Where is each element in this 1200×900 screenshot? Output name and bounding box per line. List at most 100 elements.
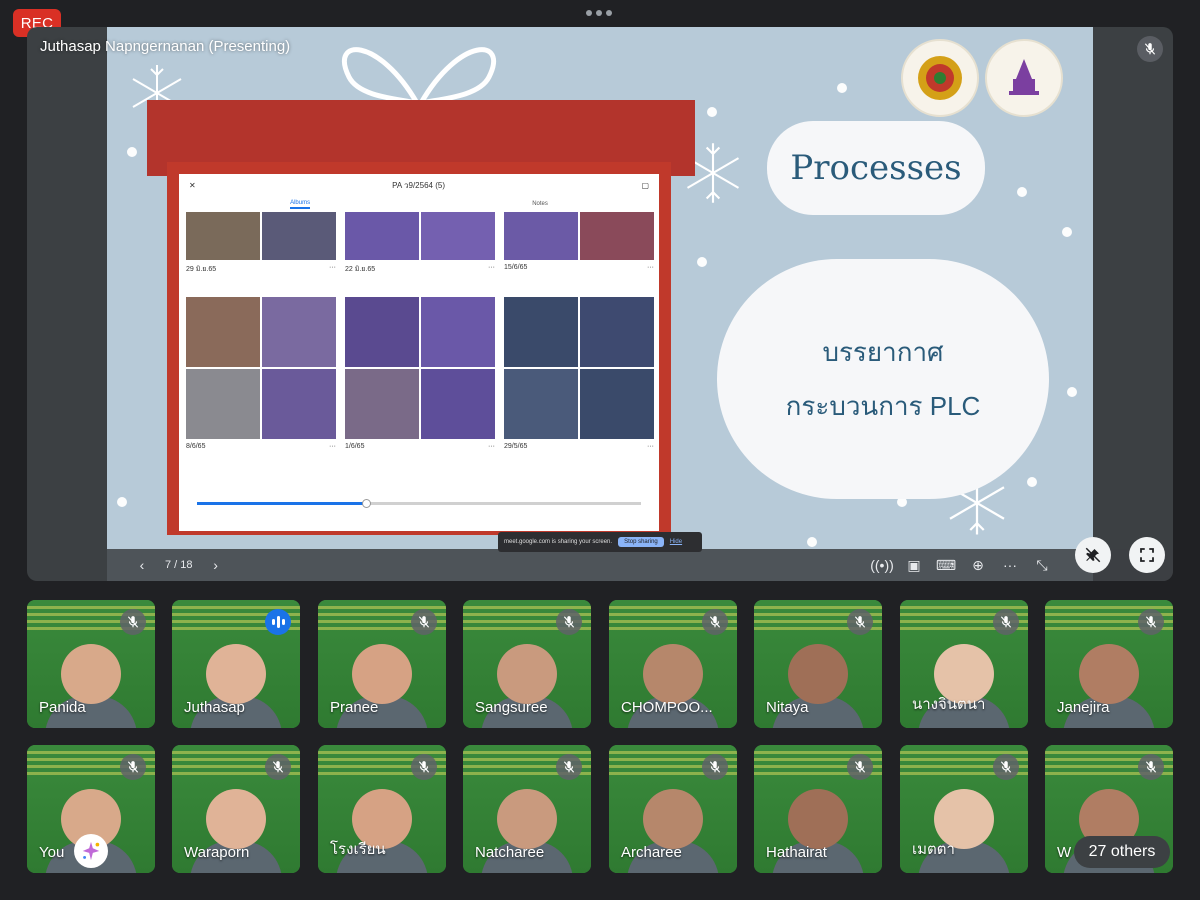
mic-off-icon [120, 754, 146, 780]
mic-off-icon [411, 754, 437, 780]
participant-name: Panida [39, 699, 86, 716]
photo-thumb [345, 297, 495, 439]
photo-card: 29 มิ.ย.65 ··· [186, 212, 336, 288]
participant-tile[interactable]: Sangsuree [463, 600, 591, 728]
participant-face [61, 644, 121, 704]
photo-thumb [504, 212, 654, 260]
snow-dot [1027, 477, 1037, 487]
zoom-in-icon[interactable]: ⊕ [969, 556, 987, 574]
next-slide-button[interactable]: › [207, 556, 225, 574]
school-emblem-logo [901, 39, 979, 117]
mic-off-icon [411, 609, 437, 635]
keyboard-icon[interactable]: ⌨ [936, 556, 956, 574]
presentation-toolbar: ‹ 7 / 18 › ((•)) ▣ ⌨ ⊕ ··· ⤡ [107, 549, 1173, 581]
participant-tile[interactable]: Juthasap [172, 600, 300, 728]
video-progress-bar [197, 499, 641, 508]
snow-dot [127, 147, 137, 157]
previous-slide-button[interactable]: ‹ [133, 556, 151, 574]
mic-off-icon [265, 754, 291, 780]
participant-tile[interactable]: Archaree [609, 745, 737, 873]
participant-name: Natcharee [475, 844, 545, 861]
photo-card: 29/5/65 ··· [504, 297, 654, 477]
sparkle-effects-icon[interactable] [74, 834, 108, 868]
photo-thumb [186, 297, 336, 439]
slide-title: Processes [790, 148, 962, 188]
minimize-icon[interactable]: ⤡ [1033, 556, 1051, 574]
snow-dot [117, 497, 127, 507]
photo-thumb [504, 297, 654, 439]
participant-face [497, 789, 557, 849]
more-options-dots[interactable] [586, 10, 612, 16]
tab-notes: Notes [532, 201, 548, 207]
mic-off-icon [993, 754, 1019, 780]
broadcast-icon[interactable]: ((•)) [870, 556, 894, 574]
mic-off-icon [1138, 609, 1164, 635]
participant-tile[interactable]: Nitaya [754, 600, 882, 728]
participant-tile[interactable]: Panida [27, 600, 155, 728]
photo-caption: 29/5/65 ··· [504, 443, 654, 450]
more-icon[interactable]: ··· [1001, 556, 1019, 574]
album-title: PA ว9/2564 (5) [392, 180, 445, 190]
captions-icon[interactable]: ▣ [905, 556, 923, 574]
participant-name: โรงเรียน [330, 841, 386, 858]
participant-face [206, 644, 266, 704]
participant-tile[interactable]: เมตตา [900, 745, 1028, 873]
speaking-indicator-icon [265, 609, 291, 635]
photo-thumb [345, 212, 495, 260]
fullscreen-button[interactable] [1129, 537, 1165, 573]
participant-tile[interactable]: Natcharee [463, 745, 591, 873]
participant-tile[interactable]: โรงเรียน [318, 745, 446, 873]
participant-name: Archaree [621, 844, 682, 861]
snow-dot [707, 107, 717, 117]
participant-tile[interactable]: Pranee [318, 600, 446, 728]
participant-tile[interactable]: นางจินตนา [900, 600, 1028, 728]
mic-off-icon [702, 609, 728, 635]
participant-tile[interactable]: Waraporn [172, 745, 300, 873]
presentation-stage: Juthasap Napngernanan (Presenting) ✕ PA … [27, 27, 1173, 581]
mic-off-icon [847, 609, 873, 635]
snow-dot [697, 257, 707, 267]
participant-face [643, 644, 703, 704]
participant-tile[interactable]: Hathairat [754, 745, 882, 873]
mic-off-icon [1137, 36, 1163, 62]
participant-name: Sangsuree [475, 699, 548, 716]
snow-dot [1017, 187, 1027, 197]
slide-body-cloud: บรรยากาศ กระบวนการ PLC [717, 259, 1049, 499]
stop-sharing-button[interactable]: Stop sharing [618, 537, 664, 547]
photo-card: 22 มิ.ย.65 ··· [345, 212, 495, 288]
participant-tile[interactable]: CHOMPOO... [609, 600, 737, 728]
mic-off-icon [993, 609, 1019, 635]
mic-off-icon [556, 609, 582, 635]
snow-dot [837, 83, 847, 93]
photo-card: 15/6/65 ··· [504, 212, 654, 288]
snow-dot [807, 537, 817, 547]
shared-slide: ✕ PA ว9/2564 (5) ▢ Albums Notes 29 มิ.ย.… [107, 27, 1093, 581]
participant-name: You [39, 844, 65, 861]
photo-album-screenshot: ✕ PA ว9/2564 (5) ▢ Albums Notes 29 มิ.ย.… [179, 174, 659, 531]
participant-face [788, 789, 848, 849]
slide-body-line1: บรรยากาศ [822, 337, 944, 367]
photo-caption: 8/6/65 ··· [186, 443, 336, 450]
photo-card: 8/6/65 ··· [186, 297, 336, 477]
screen-share-banner: meet.google.com is sharing your screen. … [498, 532, 702, 552]
participant-face [352, 644, 412, 704]
participant-name: Waraporn [184, 844, 250, 861]
hide-banner-button[interactable]: Hide [670, 539, 682, 545]
photo-grid: 29 มิ.ย.65 ··· 22 มิ.ย.65 ··· 15/6/65 ··· 8… [179, 212, 659, 477]
photo-thumb [186, 212, 336, 260]
pin-off-button[interactable] [1075, 537, 1111, 573]
meet-window: REC Juthasap Napngernanan (Presenting) ✕… [0, 0, 1200, 900]
participant-name: CHOMPOO... [621, 699, 713, 716]
participant-name: Juthasap [184, 699, 245, 716]
others-count-badge[interactable]: 27 others [1074, 836, 1170, 868]
presenter-label: Juthasap Napngernanan (Presenting) [40, 38, 291, 55]
mic-off-icon [120, 609, 146, 635]
snow-dot [1062, 227, 1072, 237]
participant-tile[interactable]: Janejira [1045, 600, 1173, 728]
participant-name: นางจินตนา [912, 696, 986, 713]
participant-face [788, 644, 848, 704]
slide-title-cloud: Processes [767, 121, 985, 215]
album-tabs: Albums Notes [179, 196, 659, 212]
mic-off-icon [847, 754, 873, 780]
participant-face [1079, 644, 1139, 704]
